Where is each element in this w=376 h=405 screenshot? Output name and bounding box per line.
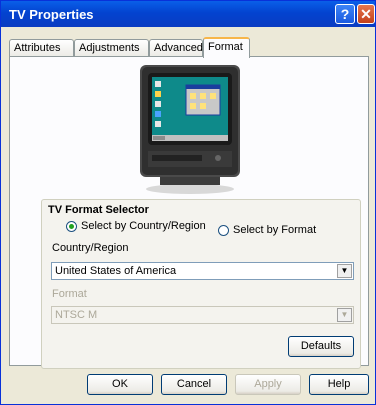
radio-country-label: Select by Country/Region	[81, 220, 206, 232]
cancel-button[interactable]: Cancel	[161, 374, 227, 395]
country-region-label: Country/Region	[52, 242, 129, 254]
radio-select-by-country[interactable]: Select by Country/Region	[66, 220, 206, 232]
radio-dot-selected[interactable]	[66, 220, 77, 232]
format-select[interactable]: NTSC M ▼	[51, 306, 354, 324]
tv-format-selector-group: TV Format Selector Select by Country/Reg…	[41, 199, 361, 369]
tab-attributes[interactable]: Attributes	[9, 39, 74, 56]
close-button[interactable]: ✕	[357, 4, 375, 24]
tv-properties-dialog: TV Properties ? ✕ Attributes Adjustments…	[0, 0, 376, 405]
defaults-button[interactable]: Defaults	[288, 336, 354, 357]
tab-advanced[interactable]: Advanced	[149, 39, 203, 56]
chevron-down-icon[interactable]: ▼	[337, 264, 352, 278]
tab-strip: Attributes Adjustments Advanced Format	[9, 37, 369, 58]
chevron-down-icon[interactable]: ▼	[337, 308, 352, 322]
window-title: TV Properties	[9, 7, 94, 22]
format-value: NTSC M	[55, 309, 98, 321]
apply-button[interactable]: Apply	[235, 374, 301, 395]
tab-adjustments[interactable]: Adjustments	[74, 39, 149, 56]
help-button[interactable]: Help	[309, 374, 369, 395]
help-title-button[interactable]: ?	[335, 4, 355, 24]
tab-format[interactable]: Format	[203, 37, 250, 58]
format-label: Format	[52, 288, 87, 300]
radio-dot-unselected[interactable]	[218, 224, 229, 236]
country-region-value: United States of America	[55, 265, 177, 277]
country-region-select[interactable]: United States of America ▼	[51, 262, 354, 280]
group-title: TV Format Selector	[48, 204, 149, 216]
tv-illustration	[140, 65, 240, 194]
title-bar: TV Properties ? ✕	[1, 1, 375, 27]
radio-format-label: Select by Format	[233, 224, 317, 236]
radio-select-by-format[interactable]: Select by Format	[218, 224, 316, 236]
ok-button[interactable]: OK	[87, 374, 153, 395]
